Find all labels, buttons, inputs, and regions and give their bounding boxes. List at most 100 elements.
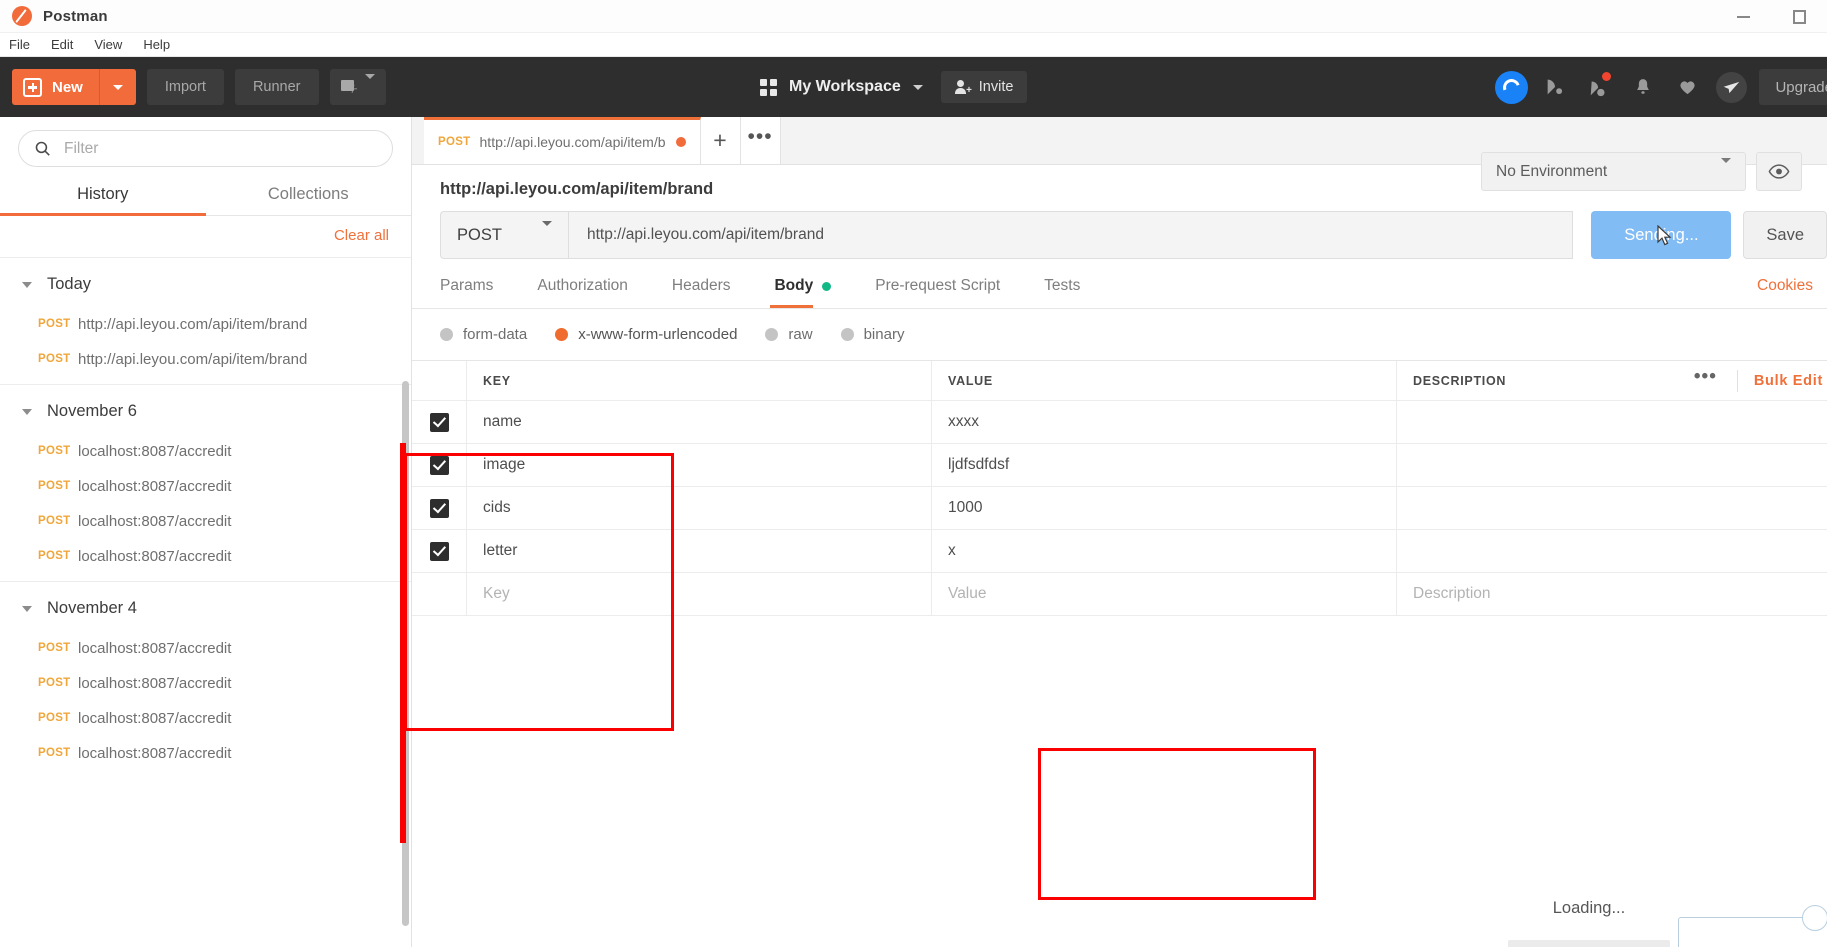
maximize-icon[interactable] [1771,0,1827,33]
cell-key[interactable]: name [467,401,932,443]
favorites-button[interactable] [1665,57,1709,117]
tab-headers[interactable]: Headers [672,277,731,308]
paper-plane-button[interactable] [1709,57,1753,117]
clear-all-button[interactable]: Clear all [334,227,389,244]
cell-key[interactable]: image [467,444,932,486]
interceptor-button[interactable] [1577,57,1621,117]
sidebar-scrollbar[interactable] [402,381,409,926]
list-item[interactable]: POST localhost:8087/accredit [0,702,411,737]
new-button[interactable]: New [12,69,136,105]
cell-key-text: cids [483,499,511,516]
cell-value-text: 1000 [948,499,983,516]
menu-item-file[interactable]: File [9,37,30,52]
runner-button[interactable]: Runner [234,69,319,105]
radio-binary[interactable]: binary [840,326,904,343]
radio-raw[interactable]: raw [765,326,813,343]
tab-authorization[interactable]: Authorization [537,277,627,308]
menu-item-view[interactable]: View [94,37,122,52]
cell-key[interactable]: cids [467,487,932,529]
row-checkbox-cell[interactable] [412,487,467,529]
radio-icon [440,328,453,341]
upgrade-button[interactable]: Upgrade [1759,69,1827,105]
table-row-empty[interactable]: Key Value Description [412,573,1827,616]
list-item[interactable]: POST localhost:8087/accredit [0,737,411,772]
checkbox-checked-icon [429,412,449,432]
eye-icon [1768,164,1790,179]
history-group-november-6[interactable]: November 6 [0,385,411,435]
sync-button[interactable] [1489,57,1533,117]
cell-value[interactable]: Value [932,573,1397,615]
table-row[interactable]: cids 1000 [412,487,1827,530]
radio-form-data[interactable]: form-data [440,326,527,343]
environment-select[interactable]: No Environment [1481,152,1746,191]
list-item[interactable]: POST localhost:8087/accredit [0,505,411,540]
list-item[interactable]: POST localhost:8087/accredit [0,667,411,702]
panel-handle-icon[interactable] [1802,905,1827,931]
row-checkbox-cell[interactable] [412,530,467,572]
send-button[interactable]: Sending... [1591,211,1732,259]
workspace-label: My Workspace [789,78,901,95]
select-all-cell[interactable] [412,361,467,400]
list-item[interactable]: POST http://api.leyou.com/api/item/brand [0,308,411,343]
chevron-down-icon[interactable] [112,84,123,90]
toolbar-right-icons: Upgrade [1489,57,1827,117]
radio-x-www-form-urlencoded[interactable]: x-www-form-urlencoded [555,326,737,343]
invite-button[interactable]: + Invite [940,71,1028,103]
cell-key[interactable]: Key [467,573,932,615]
satellite-antenna-button[interactable] [1533,57,1577,117]
list-item[interactable]: POST localhost:8087/accredit [0,435,411,470]
cell-value[interactable]: x [932,530,1397,572]
import-button[interactable]: Import [146,69,224,105]
minimize-icon[interactable] [1715,0,1771,33]
tab-pre-request-script[interactable]: Pre-request Script [875,277,1000,308]
request-url-input[interactable]: http://api.leyou.com/api/item/brand [568,211,1574,259]
plus-icon[interactable]: + [700,117,741,164]
history-group-today[interactable]: Today [0,258,411,308]
list-item[interactable]: POST http://api.leyou.com/api/item/brand [0,343,411,378]
row-checkbox-cell[interactable] [412,573,467,615]
menu-item-help[interactable]: Help [143,37,170,52]
cancel-request-button[interactable]: Cancel Request [1507,939,1671,947]
body-type-radios: form-data x-www-form-urlencoded raw bina… [412,309,1827,343]
cookies-link[interactable]: Cookies [1757,277,1813,295]
filter-input[interactable]: Filter [18,130,393,167]
table-row[interactable]: name xxxx [412,401,1827,444]
environment-quick-look-button[interactable] [1756,152,1802,191]
cell-description[interactable] [1397,401,1827,443]
environment-selected-label: No Environment [1496,162,1608,180]
row-checkbox-cell[interactable] [412,401,467,443]
cell-value[interactable]: xxxx [932,401,1397,443]
workspace-selector[interactable]: My Workspace + Invite [760,71,1028,103]
cell-description[interactable] [1397,530,1827,572]
list-item[interactable]: POST localhost:8087/accredit [0,540,411,575]
new-window-button[interactable]: ＋ [329,69,386,105]
table-row[interactable]: letter x [412,530,1827,573]
sidebar-tab-history[interactable]: History [0,176,206,216]
save-button[interactable]: Save [1743,211,1827,259]
cell-value[interactable]: 1000 [932,487,1397,529]
tab-tests[interactable]: Tests [1044,277,1080,308]
tab-params[interactable]: Params [440,277,493,308]
menu-item-edit[interactable]: Edit [51,37,73,52]
sidebar-tab-collections[interactable]: Collections [206,176,412,215]
ellipsis-icon[interactable]: ••• [1694,366,1737,396]
cell-description[interactable]: Description [1397,573,1827,615]
table-row[interactable]: image ljdfsdfdsf [412,444,1827,487]
bulk-edit-link[interactable]: Bulk Edit [1738,373,1823,389]
invite-label: Invite [978,79,1014,95]
cell-key-text: name [483,413,522,430]
tab-body[interactable]: Body [770,277,832,308]
cell-key[interactable]: letter [467,530,932,572]
column-header-value: VALUE [932,361,1397,400]
row-checkbox-cell[interactable] [412,444,467,486]
http-method-select[interactable]: POST [440,211,568,259]
notifications-button[interactable] [1621,57,1665,117]
request-tab[interactable]: POST http://api.leyou.com/api/item/b [424,117,701,164]
list-item[interactable]: POST localhost:8087/accredit [0,632,411,667]
history-group-november-4[interactable]: November 4 [0,582,411,632]
ellipsis-icon[interactable]: ••• [740,117,781,164]
cell-value[interactable]: ljdfsdfdsf [932,444,1397,486]
list-item[interactable]: POST localhost:8087/accredit [0,470,411,505]
cell-description[interactable] [1397,444,1827,486]
cell-description[interactable] [1397,487,1827,529]
